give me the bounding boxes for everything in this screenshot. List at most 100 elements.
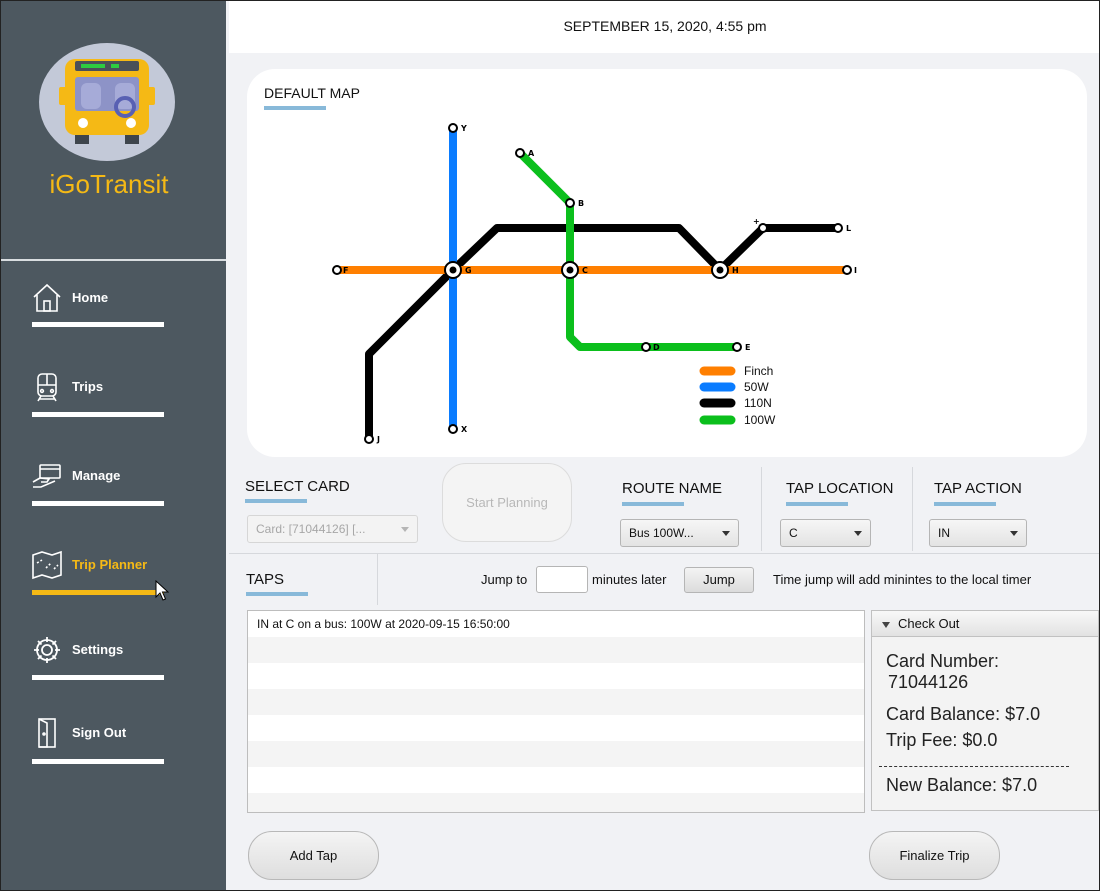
divider (912, 467, 913, 551)
svg-text:A: A (528, 149, 535, 158)
checkout-panel-header[interactable]: Check Out (872, 611, 1098, 637)
sidebar-item-label: Manage (72, 468, 121, 483)
transit-map: Y A B L F G C H I D E J X + Finch 50W 11… (332, 123, 857, 444)
app-name: iGoTransit (49, 169, 169, 199)
svg-text:H: H (732, 266, 739, 275)
select-card-dropdown[interactable]: Card: [71044126] [... (247, 515, 418, 543)
route-name-dropdown[interactable]: Bus 100W... (620, 519, 739, 547)
station-J: J (364, 434, 380, 444)
station-Y: Y (448, 123, 467, 133)
list-item (248, 741, 864, 767)
station-B: B (565, 198, 584, 208)
start-planning-button[interactable]: Start Planning (442, 463, 572, 542)
station-E: E (732, 342, 750, 352)
current-datetime: SEPTEMBER 15, 2020, 4:55 pm (563, 18, 767, 34)
list-item (248, 715, 864, 741)
divider (377, 553, 378, 605)
jump-hint: Time jump will add minintes to the local… (773, 572, 1032, 587)
tap-action-dropdown[interactable]: IN (929, 519, 1027, 547)
svg-text:C: C (582, 266, 588, 275)
route-name-title: ROUTE NAME (622, 480, 723, 497)
sidebar-item-manage[interactable]: Manage (31, 460, 171, 510)
svg-text:Finch: Finch (744, 364, 773, 378)
svg-text:B: B (578, 199, 584, 208)
sidebar-item-trip-planner[interactable]: Trip Planner (31, 549, 171, 599)
nav-underline (32, 501, 164, 506)
jump-button[interactable]: Jump (684, 567, 754, 593)
jump-to-label: Jump to (481, 572, 528, 587)
nav-underline (32, 590, 164, 595)
card-number-label: Card Number: (886, 651, 1000, 671)
tap-location-dropdown[interactable]: C (780, 519, 871, 547)
gear-icon (31, 634, 63, 666)
nav-underline (32, 759, 164, 764)
divider (761, 467, 762, 551)
add-tap-button[interactable]: Add Tap (248, 831, 379, 880)
svg-text:50W: 50W (744, 380, 769, 394)
sidebar-item-label: Trips (72, 379, 104, 394)
header-bar: SEPTEMBER 15, 2020, 4:55 pm (229, 1, 1099, 53)
chevron-down-icon (854, 531, 862, 536)
sidebar-item-label: Sign Out (72, 725, 127, 740)
title-underline (622, 502, 684, 506)
sidebar-item-label: Home (72, 290, 109, 305)
sidebar-item-sign-out[interactable]: Sign Out (31, 717, 171, 767)
svg-text:L: L (846, 224, 851, 233)
card-hand-icon (31, 460, 63, 492)
minutes-later-label: minutes later (592, 572, 667, 587)
taps-title: TAPS (246, 571, 285, 588)
tap-action-title: TAP ACTION (934, 480, 1022, 497)
trip-fee: Trip Fee: $0.0 (886, 730, 998, 750)
station-G: G (444, 261, 472, 279)
title-underline (245, 499, 307, 503)
divider (229, 553, 1099, 554)
svg-text:D: D (653, 343, 660, 352)
svg-text:G: G (465, 266, 472, 275)
sidebar-item-trips[interactable]: Trips (31, 371, 171, 421)
divider (879, 766, 1069, 767)
svg-text:J: J (376, 435, 380, 444)
map-legend: Finch 50W 110N 100W (699, 364, 776, 427)
station-junction-marker: + (753, 217, 768, 233)
train-icon (31, 371, 63, 403)
sidebar-item-home[interactable]: Home (31, 282, 171, 332)
nav-underline (32, 675, 164, 680)
nav-underline (32, 412, 164, 417)
finalize-trip-button[interactable]: Finalize Trip (869, 831, 1000, 880)
list-item (248, 767, 864, 793)
jump-minutes-input[interactable] (536, 566, 588, 593)
main-panel: SEPTEMBER 15, 2020, 4:55 pm DEFAULT MAP … (226, 1, 1099, 890)
svg-text:E: E (745, 343, 750, 352)
station-L: L (833, 223, 851, 233)
map-icon (31, 549, 63, 581)
station-I: I (842, 265, 857, 275)
sidebar-item-settings[interactable]: Settings (31, 634, 171, 684)
list-item (248, 637, 864, 663)
svg-text:X: X (461, 425, 468, 434)
list-item (248, 663, 864, 689)
svg-text:I: I (854, 266, 857, 275)
checkout-title: Check Out (898, 616, 960, 631)
tap-location-title: TAP LOCATION (786, 480, 894, 497)
list-item[interactable]: IN at C on a bus: 100W at 2020-09-15 16:… (248, 611, 864, 637)
svg-text:+: + (753, 217, 760, 226)
mouse-cursor-icon (155, 580, 169, 601)
sidebar-item-label: Trip Planner (72, 557, 148, 572)
station-C: C (561, 261, 588, 279)
card-number-value: 71044126 (888, 672, 969, 692)
map-card: DEFAULT MAP Y A B L F G C H I D E J X + … (247, 69, 1087, 457)
list-item (248, 793, 864, 812)
list-item (248, 689, 864, 715)
title-underline (934, 502, 996, 506)
taps-list[interactable]: IN at C on a bus: 100W at 2020-09-15 16:… (247, 610, 865, 813)
home-icon (31, 282, 63, 314)
svg-text:Y: Y (460, 124, 467, 133)
title-underline (246, 592, 308, 596)
svg-text:100W: 100W (744, 413, 776, 427)
chevron-down-icon (1010, 531, 1018, 536)
card-balance: Card Balance: $7.0 (886, 704, 1041, 724)
chevron-down-icon (722, 531, 730, 536)
bus-logo-icon (39, 43, 175, 161)
door-icon (31, 717, 63, 749)
sidebar: iGoTransit Home Trips Manage Trip Planne… (1, 1, 226, 890)
